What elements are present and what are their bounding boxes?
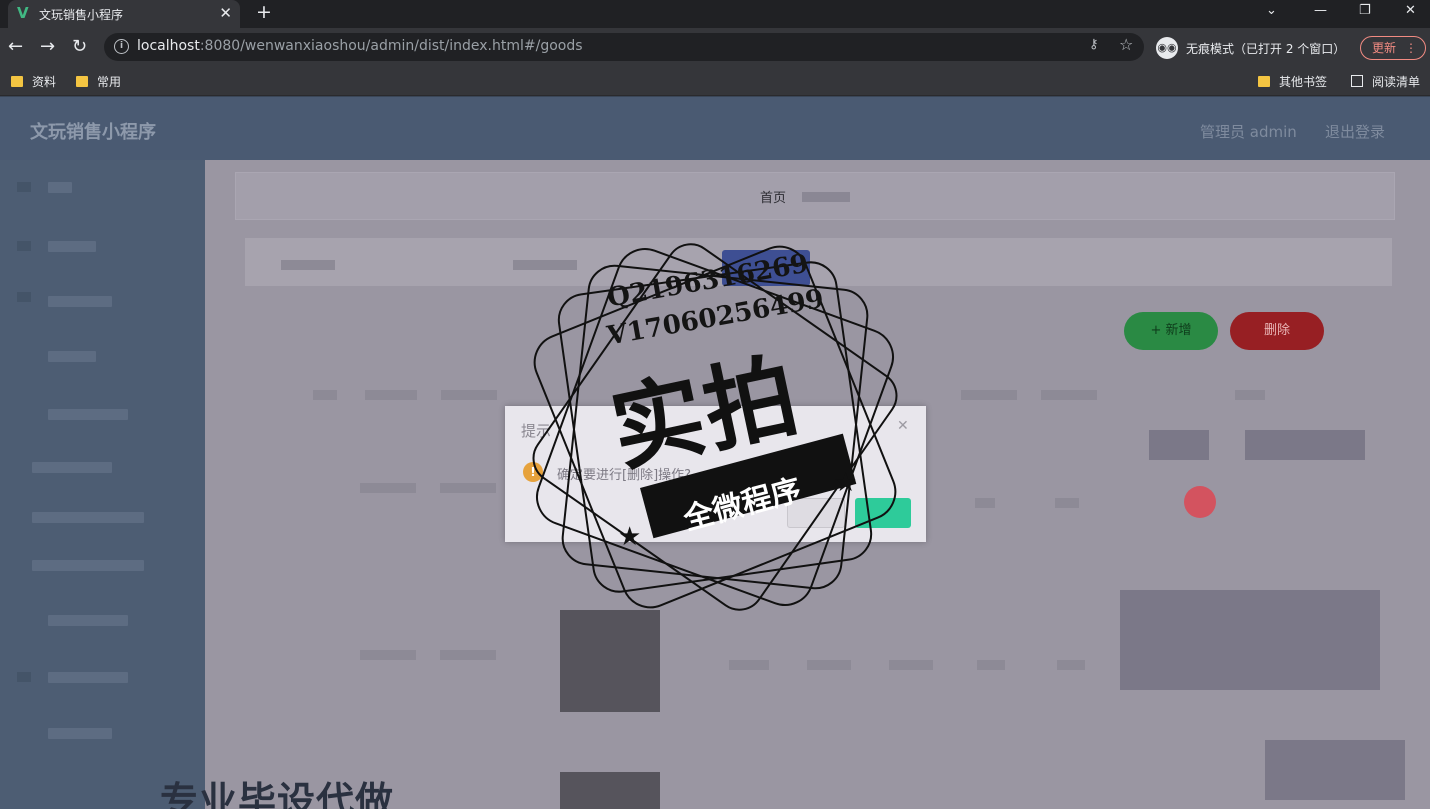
- breadcrumb: 首页: [760, 187, 851, 206]
- close-tab-icon[interactable]: ✕: [219, 4, 232, 22]
- menu-icon: [17, 182, 31, 192]
- sidebar-subitem[interactable]: [48, 409, 128, 420]
- admin-label: 管理员 admin: [1200, 123, 1297, 141]
- back-button[interactable]: ←: [8, 36, 23, 57]
- table-header-cell: [365, 390, 417, 400]
- table-header-cell: [441, 390, 497, 400]
- bookmark-label: 其他书签: [1279, 75, 1328, 89]
- bookmarks-bar: 资料 常用 其他书签 阅读清单: [0, 66, 1430, 96]
- update-label: 更新: [1372, 41, 1397, 55]
- bookmark-label: 资料: [32, 75, 57, 89]
- table-cell: [889, 660, 933, 670]
- bookmark-folder-ziliao[interactable]: 资料: [11, 73, 56, 90]
- menu-icon: [17, 292, 31, 302]
- table-cell: [975, 498, 995, 508]
- table-cell: [360, 650, 416, 660]
- incognito-label[interactable]: 无痕模式（已打开 2 个窗口）: [1186, 40, 1345, 57]
- row-actions[interactable]: [1120, 590, 1380, 690]
- sidebar-item[interactable]: [32, 560, 144, 571]
- bottom-watermark: 专业毕设代做: [160, 779, 395, 809]
- product-thumbnail: [560, 610, 660, 712]
- breadcrumb-current: [802, 192, 851, 202]
- table-cell: [440, 650, 496, 660]
- site-info-icon[interactable]: i: [114, 39, 129, 54]
- reading-list[interactable]: 阅读清单: [1351, 73, 1420, 90]
- tab-title: 文玩销售小程序: [39, 8, 124, 22]
- app-title: 文玩销售小程序: [30, 122, 156, 143]
- table-header-cell: [313, 390, 337, 400]
- menu-icon: [17, 241, 31, 251]
- browser-tab-bar: V 文玩销售小程序 ✕ + ⌄ — ❐ ✕: [0, 0, 1430, 28]
- app-header: 文玩销售小程序 管理员 admin 退出登录: [0, 97, 1430, 160]
- table-cell: [360, 483, 416, 493]
- sidebar-item[interactable]: [48, 241, 96, 252]
- bookmark-label: 阅读清单: [1372, 75, 1421, 89]
- url-text[interactable]: localhost:8080/wenwanxiaoshou/admin/dist…: [137, 38, 583, 54]
- table-cell: [440, 483, 496, 493]
- breadcrumb-bar: 首页: [235, 172, 1395, 220]
- bookmark-other[interactable]: 其他书签: [1258, 73, 1327, 90]
- vue-logo-icon: V: [17, 4, 29, 22]
- bookmark-label: 常用: [97, 75, 122, 89]
- delete-button[interactable]: 删除: [1230, 312, 1324, 350]
- cursor-highlight: [1184, 486, 1216, 518]
- sidebar: [0, 160, 205, 809]
- folder-icon: [1258, 76, 1270, 87]
- reading-list-icon: [1351, 75, 1363, 87]
- sidebar-subitem[interactable]: [48, 615, 128, 626]
- search-label: [281, 260, 335, 270]
- add-button[interactable]: + 新增: [1124, 312, 1218, 350]
- product-thumbnail: [560, 772, 660, 809]
- table-header-cell: [961, 390, 1017, 400]
- row-actions[interactable]: [1149, 430, 1209, 460]
- star-icon: ★: [618, 522, 642, 552]
- minimize-button[interactable]: —: [1314, 3, 1327, 18]
- logout-link[interactable]: 退出登录: [1325, 121, 1385, 142]
- folder-icon: [76, 76, 88, 87]
- menu-kebab-icon: ⋮: [1405, 41, 1417, 55]
- table-cell: [1057, 660, 1085, 670]
- forward-button[interactable]: →: [40, 36, 55, 57]
- folder-icon: [11, 76, 23, 87]
- sidebar-subitem[interactable]: [48, 728, 112, 739]
- password-key-icon[interactable]: ⚷: [1089, 37, 1099, 52]
- star-icon: ★: [834, 468, 858, 498]
- address-bar[interactable]: i localhost:8080/wenwanxiaoshou/admin/di…: [104, 33, 1144, 61]
- table-cell: [807, 660, 851, 670]
- sidebar-item[interactable]: [48, 296, 112, 307]
- incognito-icon[interactable]: ◉◉: [1156, 37, 1178, 59]
- browser-toolbar: ← → ↻ i localhost:8080/wenwanxiaoshou/ad…: [0, 28, 1430, 66]
- new-tab-button[interactable]: +: [256, 1, 272, 23]
- table-cell: [1055, 498, 1079, 508]
- sidebar-item[interactable]: [48, 672, 128, 683]
- sidebar-item[interactable]: [48, 182, 72, 193]
- table-cell: [977, 660, 1005, 670]
- tab-search-icon[interactable]: ⌄: [1266, 3, 1277, 18]
- row-actions[interactable]: [1245, 430, 1365, 460]
- row-actions[interactable]: [1265, 740, 1405, 800]
- sidebar-item[interactable]: [32, 462, 112, 473]
- bookmark-folder-changyong[interactable]: 常用: [76, 73, 121, 90]
- update-button[interactable]: 更新 ⋮: [1360, 36, 1426, 60]
- breadcrumb-home[interactable]: 首页: [760, 191, 786, 206]
- bookmark-star-icon[interactable]: ☆: [1119, 35, 1133, 54]
- url-host: localhost: [137, 38, 200, 54]
- table-cell: [729, 660, 769, 670]
- sidebar-item[interactable]: [32, 512, 144, 523]
- reload-button[interactable]: ↻: [72, 36, 87, 57]
- restore-button[interactable]: ❐: [1359, 3, 1371, 18]
- browser-tab[interactable]: V 文玩销售小程序 ✕: [8, 0, 240, 28]
- table-header-cell: [1235, 390, 1265, 400]
- close-window-button[interactable]: ✕: [1405, 3, 1416, 18]
- sidebar-subitem[interactable]: [48, 351, 96, 362]
- table-header-cell: [1041, 390, 1097, 400]
- menu-icon: [17, 672, 31, 682]
- url-path: :8080/wenwanxiaoshou/admin/dist/index.ht…: [199, 38, 583, 54]
